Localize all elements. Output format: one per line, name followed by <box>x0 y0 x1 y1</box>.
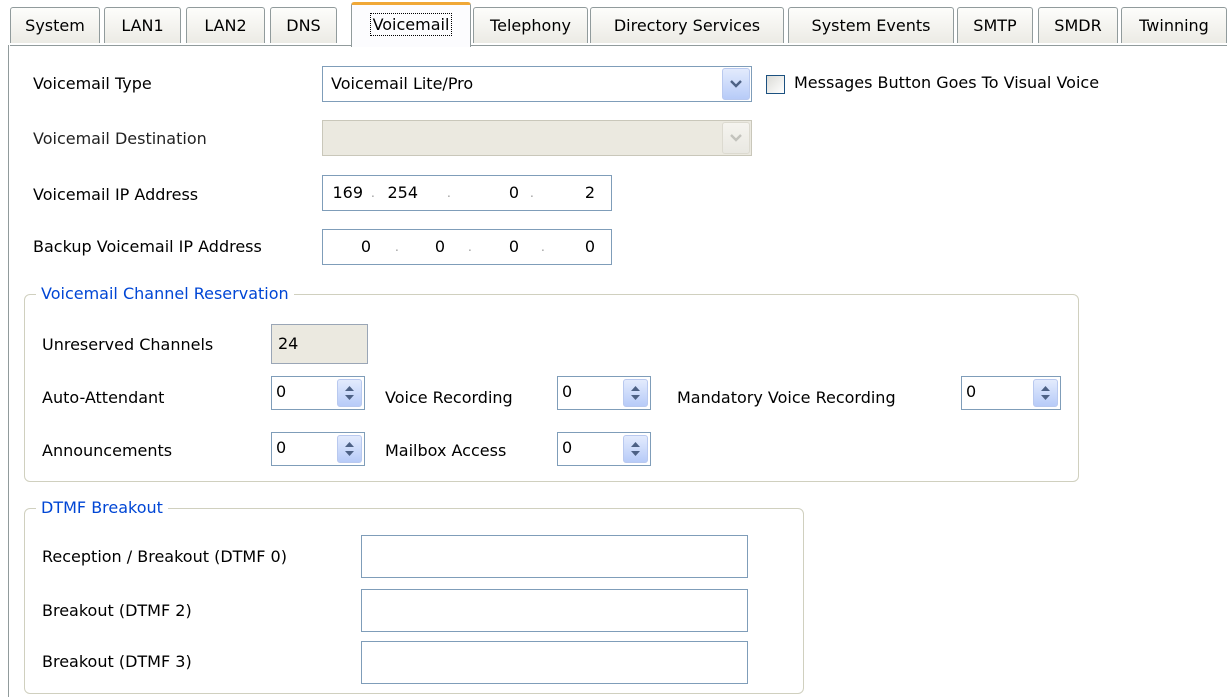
ip-dot: . <box>371 186 375 200</box>
breakout-dtmf2-label: Breakout (DTMF 2) <box>42 601 192 620</box>
tab-system-events[interactable]: System Events <box>788 7 954 43</box>
ip-octet-4: 0 <box>584 237 595 256</box>
unreserved-channels-label: Unreserved Channels <box>42 335 214 354</box>
announcements-value: 0 <box>276 438 287 457</box>
up-down-arrows-icon[interactable] <box>1033 379 1058 407</box>
messages-button-label: Messages Button Goes To Visual Voice <box>794 73 1100 92</box>
mailbox-access-value: 0 <box>562 438 573 457</box>
up-down-arrows-icon[interactable] <box>337 379 362 407</box>
tab-voicemail[interactable]: Voicemail <box>351 2 471 47</box>
auto-attendant-label: Auto-Attendant <box>42 388 165 407</box>
voice-recording-spinner[interactable]: 0 <box>557 376 651 410</box>
panel-left-border <box>8 45 9 697</box>
breakout-dtmf2-input[interactable] <box>361 589 748 632</box>
channel-reservation-legend: Voicemail Channel Reservation <box>36 284 294 304</box>
voicemail-destination-select[interactable] <box>322 120 752 156</box>
voice-recording-value: 0 <box>562 382 573 401</box>
auto-attendant-spinner[interactable]: 0 <box>271 376 365 410</box>
ip-octet-2: 0 <box>434 237 445 256</box>
ip-octet-3: 0 <box>508 237 519 256</box>
voicemail-ip-input[interactable]: 169 . 254 . 0 . 2 <box>322 175 612 211</box>
breakout-dtmf3-input[interactable] <box>361 641 748 684</box>
unreserved-channels-value: 24 <box>271 324 368 364</box>
tab-lan2[interactable]: LAN2 <box>186 7 265 43</box>
chevron-down-icon[interactable] <box>722 68 750 100</box>
tab-system[interactable]: System <box>10 7 100 43</box>
ip-octet-2: 254 <box>387 183 418 202</box>
tab-smdr[interactable]: SMDR <box>1038 7 1118 43</box>
voicemail-type-select[interactable]: Voicemail Lite/Pro <box>322 66 752 102</box>
tab-strip: System LAN1 LAN2 DNS Voicemail Telephony… <box>0 0 1227 47</box>
ip-octet-1: 169 <box>332 183 363 202</box>
up-down-arrows-icon[interactable] <box>337 435 362 463</box>
tab-dns[interactable]: DNS <box>270 7 337 43</box>
announcements-label: Announcements <box>42 441 173 460</box>
breakout-dtmf3-label: Breakout (DTMF 3) <box>42 652 192 671</box>
tab-voicemail-label: Voicemail <box>369 13 453 36</box>
reception-breakout-label: Reception / Breakout (DTMF 0) <box>42 547 287 566</box>
tab-directory-services[interactable]: Directory Services <box>590 7 784 43</box>
mandatory-voice-recording-value: 0 <box>966 382 977 401</box>
tab-lan1[interactable]: LAN1 <box>104 7 181 43</box>
mailbox-access-spinner[interactable]: 0 <box>557 432 651 466</box>
ip-dot: . <box>447 186 451 200</box>
reception-breakout-input[interactable] <box>361 535 748 578</box>
channel-reservation-group <box>24 294 1079 482</box>
voicemail-ip-label: Voicemail IP Address <box>33 185 199 204</box>
backup-ip-input[interactable]: 0 . 0 . 0 . 0 <box>322 229 612 265</box>
mailbox-access-label: Mailbox Access <box>385 441 507 460</box>
tab-panel-border <box>10 45 1227 46</box>
up-down-arrows-icon[interactable] <box>623 379 648 407</box>
announcements-spinner[interactable]: 0 <box>271 432 365 466</box>
tab-twinning[interactable]: Twinning <box>1121 7 1227 43</box>
ip-dot: . <box>530 186 534 200</box>
tab-telephony[interactable]: Telephony <box>473 7 588 43</box>
up-down-arrows-icon[interactable] <box>623 435 648 463</box>
ip-dot: . <box>541 240 545 254</box>
messages-button-checkbox[interactable] <box>766 75 785 94</box>
auto-attendant-value: 0 <box>276 382 287 401</box>
mandatory-voice-recording-label: Mandatory Voice Recording <box>677 388 896 407</box>
ip-octet-3: 0 <box>508 183 519 202</box>
backup-ip-label: Backup Voicemail IP Address <box>33 237 262 256</box>
ip-octet-4: 2 <box>584 183 595 202</box>
voicemail-type-label: Voicemail Type <box>33 74 152 93</box>
dtmf-breakout-legend: DTMF Breakout <box>36 498 168 518</box>
tab-smtp[interactable]: SMTP <box>957 7 1033 43</box>
chevron-down-icon <box>722 122 750 154</box>
ip-dot: . <box>395 240 399 254</box>
voice-recording-label: Voice Recording <box>385 388 513 407</box>
voicemail-destination-label: Voicemail Destination <box>33 129 207 148</box>
ip-dot: . <box>468 240 472 254</box>
ip-octet-1: 0 <box>360 237 371 256</box>
voicemail-type-value: Voicemail Lite/Pro <box>331 74 474 93</box>
mandatory-voice-recording-spinner[interactable]: 0 <box>961 376 1061 410</box>
